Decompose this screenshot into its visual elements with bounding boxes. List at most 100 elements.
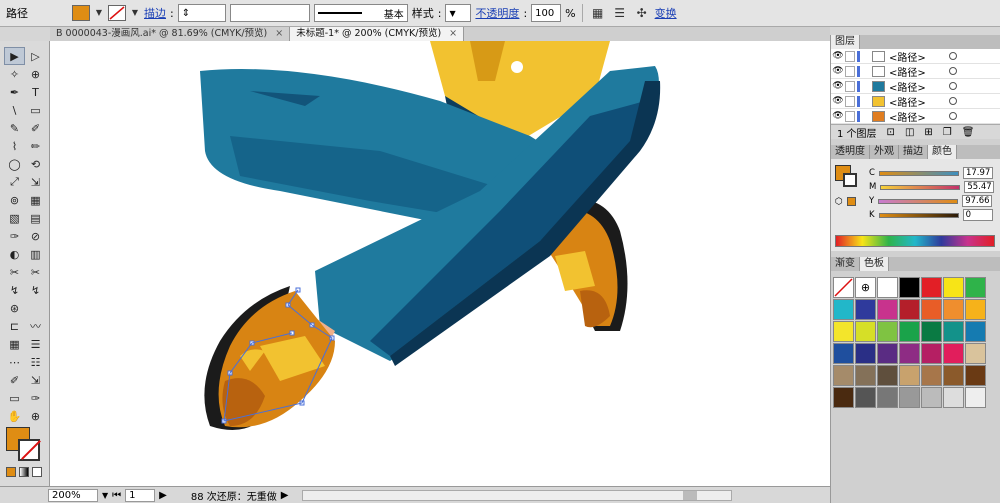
tool-1-icon[interactable]: ▷ — [25, 47, 46, 65]
swatch[interactable] — [921, 387, 942, 408]
swatch[interactable] — [943, 321, 964, 342]
tool-19-icon[interactable]: ▤ — [25, 209, 46, 227]
tool-11-icon[interactable]: ✏ — [25, 137, 46, 155]
scroll-thumb[interactable] — [683, 490, 698, 500]
swatch[interactable] — [855, 343, 876, 364]
swatch[interactable] — [833, 343, 854, 364]
tab-2[interactable]: 描边 — [899, 145, 928, 159]
swatch[interactable] — [965, 321, 986, 342]
color-spectrum[interactable] — [835, 235, 995, 247]
zoom-field[interactable]: 200% — [48, 488, 98, 502]
color-swatch-small[interactable] — [847, 197, 856, 206]
swatch[interactable] — [899, 299, 920, 320]
tab-1[interactable]: 外观 — [870, 145, 899, 159]
stroke-color-box[interactable] — [18, 439, 40, 461]
swatch[interactable] — [877, 387, 898, 408]
status-menu-icon[interactable]: ▶ — [281, 490, 289, 501]
tool-36-icon[interactable]: ✐ — [4, 371, 25, 389]
tool-21-icon[interactable]: ⊘ — [25, 227, 46, 245]
lock-toggle[interactable] — [845, 50, 855, 62]
swatch[interactable] — [943, 343, 964, 364]
magenta-value[interactable]: 55.47 — [964, 181, 995, 193]
swatch[interactable] — [877, 365, 898, 386]
tool-22-icon[interactable]: ◐ — [4, 245, 25, 263]
eye-icon[interactable]: 👁 — [831, 66, 845, 76]
swatch[interactable] — [899, 321, 920, 342]
tool-7-icon[interactable]: ▭ — [25, 101, 46, 119]
layer-row[interactable]: 👁 <路径> — [831, 79, 1000, 94]
tool-25-icon[interactable]: ✂ — [25, 263, 46, 281]
transform-link[interactable]: 变换 — [655, 5, 677, 21]
swatch[interactable] — [943, 365, 964, 386]
chevron-down-icon[interactable]: ▼ — [130, 5, 140, 21]
tool-29-icon[interactable] — [25, 299, 46, 317]
eye-icon[interactable]: 👁 — [831, 111, 845, 121]
lock-toggle[interactable] — [845, 95, 855, 107]
swatch[interactable] — [943, 277, 964, 298]
tool-41-icon[interactable]: ⊕ — [25, 407, 46, 425]
eye-icon[interactable]: 👁 — [831, 51, 845, 61]
tool-17-icon[interactable]: ▦ — [25, 191, 46, 209]
swatch[interactable] — [877, 277, 898, 298]
tab-3[interactable]: 颜色 — [928, 145, 957, 159]
swatch[interactable]: ⊕ — [855, 277, 876, 298]
swatch[interactable] — [855, 321, 876, 342]
lock-toggle[interactable] — [845, 65, 855, 77]
eye-icon[interactable]: 👁 — [831, 96, 845, 106]
tool-4-icon[interactable]: ✒ — [4, 83, 25, 101]
swatch[interactable] — [965, 365, 986, 386]
tab-0[interactable]: 透明度 — [831, 145, 870, 159]
swatch[interactable] — [833, 321, 854, 342]
swatch[interactable] — [921, 299, 942, 320]
tool-16-icon[interactable]: ⊚ — [4, 191, 25, 209]
recolor-icon[interactable]: ▦ — [589, 4, 607, 22]
make-clip-icon[interactable]: ◫ — [905, 127, 914, 138]
target-icon[interactable] — [949, 67, 957, 75]
tool-27-icon[interactable]: ↯ — [25, 281, 46, 299]
swatch[interactable] — [965, 343, 986, 364]
layer-row[interactable]: 👁 <路径> — [831, 64, 1000, 79]
trash-icon[interactable]: 🗑 — [962, 127, 975, 138]
tool-20-icon[interactable]: ✑ — [4, 227, 25, 245]
swatch[interactable] — [833, 387, 854, 408]
tool-39-icon[interactable]: ✑ — [25, 389, 46, 407]
tab-document-2[interactable]: 未标题-1* @ 200% (CMYK/预览) × — [290, 27, 465, 41]
next-page-icon[interactable]: ▶ — [159, 490, 167, 501]
layer-row[interactable]: 👁 <路径> — [831, 109, 1000, 124]
tool-0-icon[interactable]: ▶ — [4, 47, 25, 65]
isolate-icon[interactable]: ✣ — [633, 4, 651, 22]
tool-35-icon[interactable]: ☷ — [25, 353, 46, 371]
tool-38-icon[interactable]: ▭ — [4, 389, 25, 407]
swatch[interactable] — [899, 365, 920, 386]
stroke-link[interactable]: 描边 — [144, 5, 166, 21]
warning-icon[interactable]: ⬡ — [835, 197, 843, 207]
new-layer-icon[interactable]: ❐ — [943, 127, 952, 138]
tool-15-icon[interactable]: ⇲ — [25, 173, 46, 191]
tool-9-icon[interactable]: ✐ — [25, 119, 46, 137]
tool-14-icon[interactable]: ⤢ — [4, 173, 25, 191]
swatch[interactable] — [943, 387, 964, 408]
tool-30-icon[interactable]: ⊏ — [4, 317, 25, 335]
swatch[interactable] — [877, 343, 898, 364]
yellow-value[interactable]: 97.66 — [962, 195, 993, 207]
opacity-field[interactable]: 100 — [531, 4, 562, 22]
stroke-swatch[interactable] — [108, 5, 126, 21]
swatch[interactable] — [921, 343, 942, 364]
swatch[interactable] — [877, 299, 898, 320]
color-stroke-box[interactable] — [843, 173, 857, 187]
horizontal-scrollbar[interactable] — [302, 489, 733, 501]
tool-12-icon[interactable]: ◯ — [4, 155, 25, 173]
new-sublayer-icon[interactable]: ⊞ — [924, 127, 932, 138]
swatch[interactable] — [855, 299, 876, 320]
tool-34-icon[interactable]: ⋯ — [4, 353, 25, 371]
lock-toggle[interactable] — [845, 80, 855, 92]
tab-swatch-0[interactable]: 渐变 — [831, 257, 860, 271]
swatch[interactable] — [965, 299, 986, 320]
tool-37-icon[interactable]: ⇲ — [25, 371, 46, 389]
swatch[interactable] — [943, 299, 964, 320]
swatch[interactable] — [877, 321, 898, 342]
fill-swatch[interactable] — [72, 5, 90, 21]
swatch[interactable] — [833, 365, 854, 386]
fill-stroke-widget[interactable] — [6, 427, 44, 463]
gradient-mode-icon[interactable] — [19, 467, 29, 477]
